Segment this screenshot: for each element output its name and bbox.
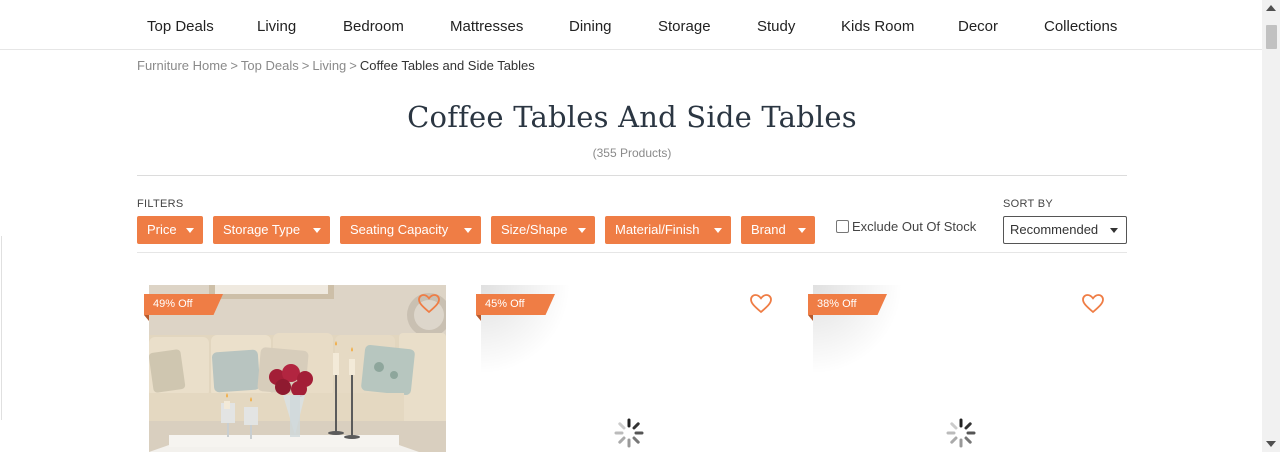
- filter-storage-type-button[interactable]: Storage Type: [213, 216, 330, 244]
- caret-down-icon: [464, 228, 472, 233]
- badge-fold: [808, 315, 813, 321]
- product-count: (355 Products): [592, 146, 672, 160]
- discount-badge: 38% Off: [808, 294, 887, 315]
- breadcrumb-top-deals[interactable]: Top Deals: [241, 58, 299, 73]
- badge-fold: [476, 315, 481, 321]
- filter-label: Price: [147, 222, 177, 237]
- badge-fold: [144, 315, 149, 321]
- nav-mattresses[interactable]: Mattresses: [450, 18, 523, 35]
- caret-down-icon: [798, 228, 806, 233]
- breadcrumb-living[interactable]: Living: [312, 58, 346, 73]
- sort-select[interactable]: Recommended: [1003, 216, 1127, 244]
- nav-living[interactable]: Living: [257, 18, 296, 35]
- filter-size-shape-button[interactable]: Size/Shape: [491, 216, 595, 244]
- breadcrumb-furniture-home[interactable]: Furniture Home: [137, 58, 227, 73]
- wishlist-heart-icon[interactable]: [750, 294, 772, 314]
- nav-decor[interactable]: Decor: [958, 18, 998, 35]
- nav-dining[interactable]: Dining: [569, 18, 612, 35]
- wishlist-heart-icon[interactable]: [418, 294, 440, 314]
- scrollbar[interactable]: [1262, 0, 1280, 452]
- sort-selected-value: Recommended: [1010, 222, 1099, 237]
- caret-down-icon: [186, 228, 194, 233]
- nav-storage[interactable]: Storage: [658, 18, 711, 35]
- loading-spinner-icon: [946, 418, 976, 448]
- top-navigation: Top Deals Living Bedroom Mattresses Dini…: [0, 0, 1262, 50]
- loading-spinner-icon: [614, 418, 644, 448]
- filter-label: Brand: [751, 222, 786, 237]
- side-panel-edge: [0, 236, 2, 420]
- breadcrumb: Furniture Home > Top Deals > Living > Coffee T…: [137, 58, 535, 73]
- filter-label: Storage Type: [223, 222, 301, 237]
- filter-brand-button[interactable]: Brand: [741, 216, 815, 244]
- scroll-up-arrow-icon[interactable]: [1266, 5, 1276, 11]
- divider: [137, 252, 1127, 253]
- exclude-out-of-stock-label: Exclude Out Of Stock: [852, 219, 977, 234]
- exclude-out-of-stock-checkbox[interactable]: [836, 220, 849, 233]
- filter-label: Seating Capacity: [350, 222, 449, 237]
- discount-badge: 49% Off: [144, 294, 223, 315]
- filter-label: Material/Finish: [615, 222, 700, 237]
- scrollbar-thumb[interactable]: [1266, 25, 1277, 49]
- filter-seating-capacity-button[interactable]: Seating Capacity: [340, 216, 481, 244]
- nav-collections[interactable]: Collections: [1044, 18, 1117, 35]
- filters-label: FILTERS: [137, 198, 184, 210]
- filter-material-finish-button[interactable]: Material/Finish: [605, 216, 731, 244]
- discount-badge: 45% Off: [476, 294, 555, 315]
- exclude-out-of-stock[interactable]: Exclude Out Of Stock: [836, 219, 976, 234]
- wishlist-heart-icon[interactable]: [1082, 294, 1104, 314]
- caret-down-icon: [1110, 228, 1118, 233]
- breadcrumb-separator: >: [301, 58, 310, 73]
- caret-down-icon: [714, 228, 722, 233]
- nav-kids-room[interactable]: Kids Room: [841, 18, 914, 35]
- breadcrumb-current: Coffee Tables and Side Tables: [359, 58, 535, 73]
- filter-label: Size/Shape: [501, 222, 568, 237]
- page-title: Coffee Tables And Side Tables: [407, 100, 857, 134]
- caret-down-icon: [578, 228, 586, 233]
- nav-study[interactable]: Study: [757, 18, 795, 35]
- breadcrumb-separator: >: [230, 58, 238, 73]
- nav-top-deals[interactable]: Top Deals: [147, 18, 214, 35]
- caret-down-icon: [313, 228, 321, 233]
- divider: [137, 175, 1127, 176]
- sort-by-label: SORT BY: [1003, 198, 1053, 210]
- breadcrumb-separator: >: [349, 58, 357, 73]
- filter-price-button[interactable]: Price: [137, 216, 203, 244]
- scroll-down-arrow-icon[interactable]: [1266, 441, 1276, 447]
- nav-bedroom[interactable]: Bedroom: [343, 18, 404, 35]
